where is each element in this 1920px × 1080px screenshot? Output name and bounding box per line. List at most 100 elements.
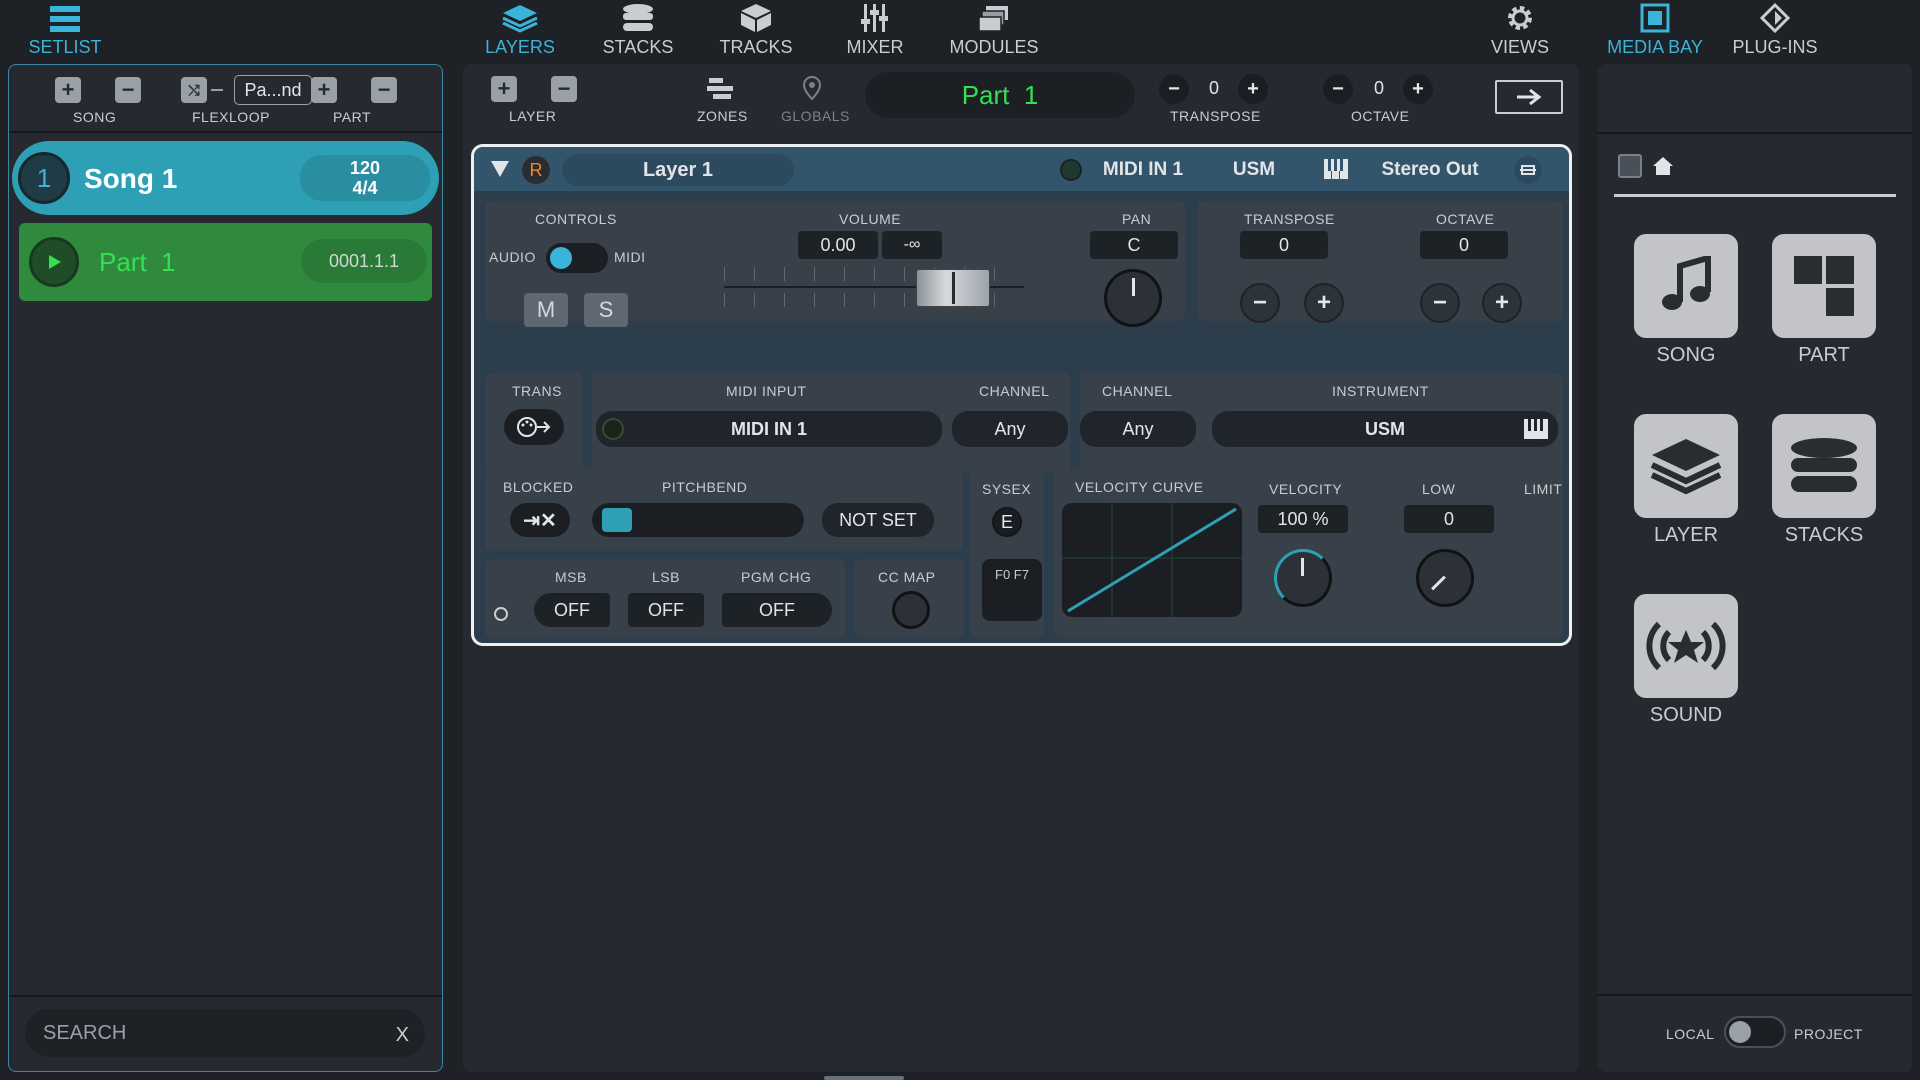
song-row[interactable]: 1 Song 1 120 4/4 [12,141,439,215]
lsb-value[interactable]: OFF [628,593,704,627]
pgm-chg-value[interactable]: OFF [722,593,832,627]
volume-fader-handle[interactable] [916,269,990,307]
modules-icon [978,6,1008,32]
record-badge[interactable]: R [522,156,550,184]
zones-icon [707,78,733,99]
pitchbend-slider[interactable] [592,503,804,537]
add-song-button[interactable]: + [55,77,81,103]
layer-octave-plus[interactable]: + [1482,283,1522,323]
clear-search-button[interactable]: X [396,1024,409,1047]
divider [9,131,442,133]
msb-value[interactable]: OFF [534,593,610,627]
remove-song-button[interactable]: − [115,77,141,103]
velocity-value: 100 % [1258,505,1348,533]
song-tempo: 120 [349,158,381,178]
blocked-button[interactable]: ⇥✕ [510,503,570,537]
header-output[interactable]: Stereo Out [1360,159,1500,181]
play-button[interactable] [29,237,79,287]
sound-tile[interactable] [1634,594,1738,698]
solo-button[interactable]: S [584,293,628,327]
pan-knob[interactable] [1104,269,1162,327]
song-tile[interactable] [1634,234,1738,338]
flexloop-icon[interactable]: ⤭ [181,77,207,103]
channel-in-select[interactable]: Any [952,411,1068,447]
divider [1598,994,1912,996]
transpose-minus-button[interactable]: − [1159,74,1189,104]
expand-button[interactable] [1514,156,1542,184]
tab-media-bay[interactable]: MEDIA BAY [1600,0,1710,62]
local-project-toggle[interactable] [1724,1016,1786,1048]
layer-transpose-plus[interactable]: + [1304,283,1344,323]
tab-setlist-label: SETLIST [28,37,102,57]
velocity-curve-graph[interactable] [1062,503,1242,617]
part-row[interactable]: Part 1 0001.1.1 [19,223,432,301]
header-midi-in[interactable]: MIDI IN 1 [1088,159,1198,181]
tab-stacks[interactable]: STACKS [588,0,688,62]
pan-label: PAN [1122,211,1152,227]
tab-setlist[interactable]: SETLIST [10,0,120,62]
tab-layers[interactable]: LAYERS [470,0,570,62]
cc-map-button[interactable] [892,591,930,629]
trans-button[interactable] [504,409,564,445]
stacks-tile[interactable] [1772,414,1876,518]
tab-plug-ins[interactable]: PLUG-INS [1720,0,1830,62]
layer-octave-minus[interactable]: − [1420,283,1460,323]
header-instrument[interactable]: USM [1214,159,1294,181]
arrow-right-icon [1517,88,1542,106]
tab-tracks-label: TRACKS [719,37,793,57]
toggle-knob [550,247,572,269]
zones-button[interactable]: ZONES [691,74,751,128]
octave-minus-button[interactable]: − [1323,74,1353,104]
project-label: PROJECT [1794,1026,1863,1042]
tab-layers-label: LAYERS [485,37,555,57]
midi-input-select[interactable]: MIDI IN 1 [596,411,942,447]
add-flexloop-button[interactable]: + [311,77,337,103]
sysex-edit-button[interactable]: E [992,507,1022,537]
flexloop-dash [211,89,223,91]
layer-octave-value: 0 [1420,231,1508,259]
tab-tracks[interactable]: TRACKS [706,0,806,62]
pitchbend-handle[interactable] [602,508,632,532]
part-tile[interactable] [1772,234,1876,338]
tab-modules[interactable]: MODULES [944,0,1044,62]
trans-label: TRANS [512,383,562,399]
remove-part-button[interactable]: − [371,77,397,103]
add-layer-button[interactable]: + [491,76,517,102]
transpose-plus-button[interactable]: + [1238,74,1268,104]
flexloop-field[interactable]: Pa...nd [234,75,312,105]
sysex-bytes: F0 F7 [995,567,1029,582]
octave-plus-button[interactable]: + [1403,74,1433,104]
home-icon[interactable] [1652,156,1674,176]
audio-midi-toggle[interactable] [546,243,608,273]
low-knob[interactable] [1416,549,1474,607]
velocity-knob[interactable] [1274,549,1332,607]
mute-button[interactable]: M [524,293,568,327]
home-indicator [824,1076,904,1080]
layers-panel: + − LAYER ZONES GLOBALS Part 1 − 0 + TRA… [463,64,1579,1072]
export-button[interactable] [1495,80,1563,114]
cc-map-label: CC MAP [878,569,936,585]
search-placeholder: SEARCH [43,1022,127,1044]
select-checkbox[interactable] [1618,154,1642,178]
search-input[interactable]: SEARCH X [25,1009,425,1057]
volume-fader-track[interactable] [724,259,1024,315]
collapse-triangle-icon[interactable] [490,160,510,178]
globals-button[interactable]: GLOBALS [773,74,853,128]
divider [9,995,442,997]
tab-mixer[interactable]: MIXER [825,0,925,62]
piano-icon[interactable] [1324,159,1348,179]
remove-layer-button[interactable]: − [551,76,577,102]
channel-out-select[interactable]: Any [1080,411,1196,447]
path-underline [1614,194,1896,197]
layer-name-field[interactable]: Layer 1 [562,154,794,186]
part-display[interactable]: Part 1 [865,72,1135,118]
sysex-bytes-box[interactable]: F0 F7 [982,559,1042,621]
pitchbend-value[interactable]: NOT SET [822,503,934,537]
transpose-value: 0 [1209,78,1220,98]
low-value: 0 [1404,505,1494,533]
layer-tile[interactable] [1634,414,1738,518]
instrument-select[interactable]: USM [1212,411,1558,447]
music-note-icon [1662,256,1711,310]
layer-transpose-minus[interactable]: − [1240,283,1280,323]
tab-views[interactable]: VIEWS [1470,0,1570,62]
